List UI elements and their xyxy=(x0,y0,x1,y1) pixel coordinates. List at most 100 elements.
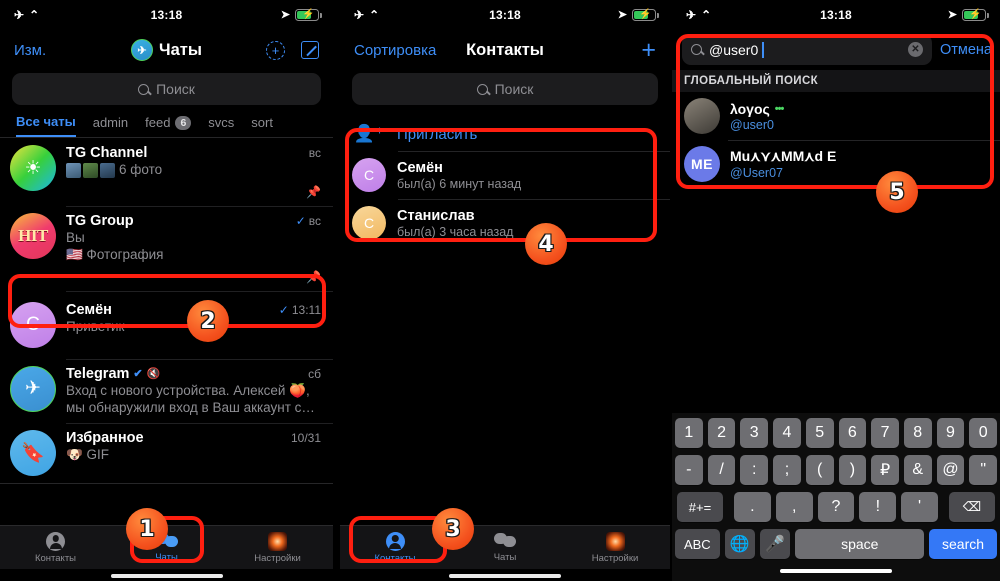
key-space[interactable]: space xyxy=(795,529,925,559)
chat-preview: Приветик xyxy=(66,318,125,334)
status-bar-contacts: ✈ ⌃ 13:18 ➤ ⚡ xyxy=(340,0,670,30)
photo-thumbnails xyxy=(66,162,115,178)
backspace-icon[interactable]: ⌫ xyxy=(948,492,995,522)
key-2[interactable]: 2 xyxy=(707,418,736,448)
step-marker-5: 5 xyxy=(876,171,918,213)
key-0[interactable]: 0 xyxy=(969,418,998,448)
tab-label: sort xyxy=(251,115,273,130)
chat-row-tg-group[interactable]: HIT TG Group ✓ вс Вы 🇺🇸 Фотография � xyxy=(0,205,333,291)
key-paren-close[interactable]: ) xyxy=(838,455,867,485)
panel-global-search: ✈ ⌃ 13:18 ➤ ⚡ @user0 ✕ Отмена ГЛОБАЛЬНЫЙ… xyxy=(672,0,1000,581)
key-question[interactable]: ? xyxy=(817,492,855,522)
key-at[interactable]: @ xyxy=(936,455,965,485)
avatar-semyon: C xyxy=(10,301,56,348)
key-colon[interactable]: : xyxy=(740,455,769,485)
nav-title-text: Контакты xyxy=(466,40,544,59)
chat-row-tg-channel[interactable]: ☀ TG Channel вс 6 фото 📌 xyxy=(0,138,333,206)
tab-label: feed xyxy=(145,115,171,130)
tab-svcs[interactable]: svcs xyxy=(208,115,234,136)
chat-time: сб xyxy=(308,366,321,381)
globe-icon[interactable]: 🌐 xyxy=(724,529,756,559)
key-9[interactable]: 9 xyxy=(936,418,965,448)
compose-pencil-icon[interactable] xyxy=(301,41,319,59)
key-8[interactable]: 8 xyxy=(903,418,932,448)
avatar-telegram: ✈ xyxy=(10,365,56,412)
search-input-chats[interactable]: Поиск xyxy=(12,73,321,105)
key-exclamation[interactable]: ! xyxy=(859,492,897,522)
online-indicator: ••• xyxy=(774,102,785,115)
chat-preview: 🇺🇸 Фотография xyxy=(66,246,164,262)
tab-feed[interactable]: feed 6 xyxy=(145,115,192,136)
chat-name: Семён xyxy=(66,301,112,318)
sort-button[interactable]: Сортировка xyxy=(354,42,436,59)
contacts-person-icon xyxy=(385,531,405,551)
key-4[interactable]: 4 xyxy=(773,418,801,448)
tabbar-item-settings[interactable]: Настройки xyxy=(222,531,333,564)
tabbar-item-contacts[interactable]: Контакты xyxy=(0,531,111,564)
chat-time: вс xyxy=(308,146,321,160)
key-1[interactable]: 1 xyxy=(674,418,703,448)
tab-admin[interactable]: admin xyxy=(93,115,128,136)
keyboard-row-numbers: 1 2 3 4 5 6 7 8 9 0 xyxy=(674,418,998,448)
tabbar-label: Настройки xyxy=(591,552,639,564)
key-ruble[interactable]: ₽ xyxy=(871,455,899,485)
key-ampersand[interactable]: & xyxy=(903,455,932,485)
tabbar-item-settings[interactable]: Настройки xyxy=(560,531,670,564)
key-hyphen[interactable]: - xyxy=(674,455,703,485)
onscreen-keyboard: 1 2 3 4 5 6 7 8 9 0 - / : ; ( ) ₽ & @ " … xyxy=(672,413,1000,581)
key-slash[interactable]: / xyxy=(707,455,736,485)
tab-label: admin xyxy=(92,115,129,130)
nav-title-text: Чаты xyxy=(159,40,202,59)
tabbar-label: Настройки xyxy=(254,552,301,564)
key-period[interactable]: . xyxy=(734,492,771,522)
key-quote[interactable]: " xyxy=(969,455,998,485)
read-check-icon: ✓ xyxy=(278,302,289,317)
chats-bubbles-icon xyxy=(494,532,516,550)
search-input-contacts[interactable]: Поиск xyxy=(352,73,658,105)
key-semicolon[interactable]: ; xyxy=(773,455,801,485)
navbar-contacts: Сортировка Контакты + xyxy=(340,30,670,70)
key-comma[interactable]: , xyxy=(775,492,813,522)
chat-folder-tabs: Все чаты admin feed 6 svcs sort xyxy=(0,105,333,137)
chat-row-saved[interactable]: 🔖 Избранное 10/31 🐶 GIF xyxy=(0,423,333,483)
status-bar-search: ✈ ⌃ 13:18 ➤ ⚡ xyxy=(672,0,1000,30)
tab-sort[interactable]: sort xyxy=(251,115,273,136)
search-result-row-me[interactable]: ME Mu⋏⋎⋏MM⋏d E @User07 xyxy=(672,140,1000,188)
key-7[interactable]: 7 xyxy=(871,418,899,448)
battery-charging-icon: ⚡ xyxy=(632,9,659,21)
chat-row-semyon[interactable]: C Семён ✓ 13:11 Приветик xyxy=(0,290,333,359)
key-abc-toggle[interactable]: ABC xyxy=(675,529,720,559)
contact-row-stanislav[interactable]: C Станислав был(а) 3 часа назад xyxy=(340,199,670,247)
invite-row[interactable]: 👤⁺ Пригласить xyxy=(340,117,670,151)
key-paren-open[interactable]: ( xyxy=(805,455,834,485)
contact-row-semyon[interactable]: C Семён был(а) 6 минут назад xyxy=(340,151,670,199)
key-symbols-toggle[interactable]: #+= xyxy=(677,492,723,522)
keyboard-row-punctuation: #+= . , ? ! ' ⌫ xyxy=(675,492,997,522)
key-6[interactable]: 6 xyxy=(838,418,867,448)
microphone-icon[interactable]: 🎤 xyxy=(760,529,791,559)
search-result-row-logos[interactable]: λογος ••• @user0 xyxy=(672,92,1000,140)
avatar-hit: HIT xyxy=(10,212,56,259)
key-3[interactable]: 3 xyxy=(740,418,769,448)
location-arrow-icon: ➤ xyxy=(617,8,627,21)
settings-icon xyxy=(605,531,625,551)
tab-all-chats[interactable]: Все чаты xyxy=(16,114,76,137)
key-search-action[interactable]: search xyxy=(929,529,997,559)
tab-label: Все чаты xyxy=(16,114,76,129)
key-5[interactable]: 5 xyxy=(805,418,834,448)
add-circle-dashed-icon[interactable]: + xyxy=(266,40,285,60)
key-apostrophe[interactable]: ' xyxy=(901,492,938,522)
edit-button[interactable]: Изм. xyxy=(14,42,46,59)
clear-circle-icon[interactable]: ✕ xyxy=(907,42,923,57)
cancel-button[interactable]: Отмена xyxy=(940,42,992,58)
pin-icon: 📌 xyxy=(306,269,321,284)
chat-row-telegram[interactable]: ✈ Telegram ✔ 🔇 сб Вход с нового устройст… xyxy=(0,358,333,424)
chat-name: Telegram xyxy=(66,365,130,382)
verified-badge-icon: ✔ xyxy=(133,368,143,381)
home-indicator xyxy=(449,574,561,578)
plus-icon[interactable]: + xyxy=(641,37,656,63)
search-input-global[interactable]: @user0 ✕ xyxy=(682,34,932,65)
avatar-stanislav: C xyxy=(352,206,386,240)
result-username: @User07 xyxy=(730,166,783,180)
contact-status: был(а) 6 минут назад xyxy=(397,176,522,191)
